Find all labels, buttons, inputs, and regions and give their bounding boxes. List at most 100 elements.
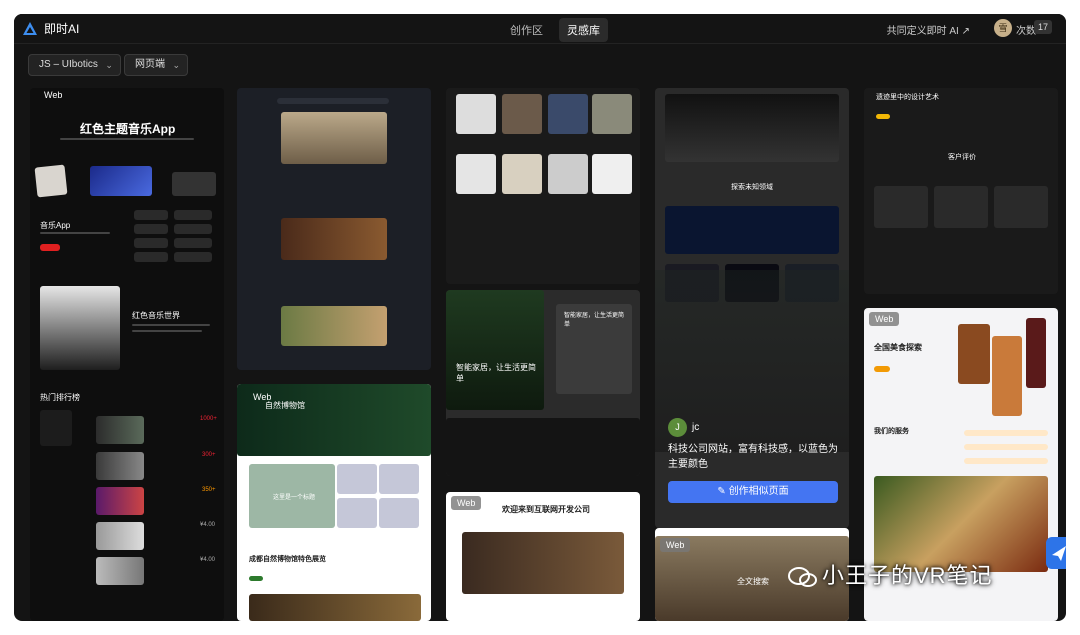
- plant-image: [446, 290, 544, 410]
- feature-title: 这里是一个标题: [273, 495, 316, 501]
- service-item: [964, 444, 1048, 450]
- card-title: 全文搜索: [737, 577, 769, 586]
- section-title: 客户评价: [948, 154, 976, 161]
- chevron-down-icon: ⌄: [105, 60, 113, 70]
- room-image: [592, 154, 632, 194]
- filter-bar: JS – UIbotics ⌄ 网页端 ⌄: [14, 44, 1066, 88]
- track-value: ¥4.00: [200, 557, 216, 563]
- track-value: 1000+: [200, 416, 217, 422]
- hero-image: [665, 94, 839, 162]
- section-title: 我们的服务: [874, 428, 909, 435]
- track-image: [96, 557, 144, 585]
- framework-select[interactable]: JS – UIbotics ⌄: [28, 54, 121, 76]
- feedback-button[interactable]: [1046, 537, 1066, 569]
- card-music-app[interactable]: Web 红色主题音乐App 音乐App 红色音乐世界 热门排行榜 1000+ 3…: [30, 88, 224, 621]
- food-image: [958, 324, 990, 384]
- album-image: [34, 164, 68, 198]
- section-title: 红色音乐世界: [132, 311, 180, 320]
- track-image: [96, 522, 144, 550]
- credits-count: 17: [1033, 20, 1052, 34]
- top-bar: 即时AI 创作区 灵感库 共同定义即时 AI ↗ 雪 次数 17: [14, 14, 1066, 44]
- card-audio-news[interactable]: [237, 88, 431, 370]
- hero-title: 智能家居，让生活更简单: [456, 363, 536, 383]
- main-tabs: 创作区 灵感库: [502, 18, 608, 42]
- room-image: [548, 94, 588, 134]
- web-badge: Web: [451, 496, 482, 510]
- service-item: [964, 430, 1048, 436]
- room-image: [456, 94, 496, 134]
- room-image: [548, 154, 588, 194]
- section-title: 音乐App: [40, 221, 71, 230]
- create-similar-button[interactable]: ✎ 创作相似页面: [668, 481, 838, 503]
- cta-button: [876, 114, 890, 119]
- card-title: 欢迎来到互联网开发公司: [502, 505, 590, 514]
- side-menu: [40, 410, 72, 446]
- tab-create[interactable]: 创作区: [502, 18, 551, 42]
- track-value: 300+: [202, 452, 216, 458]
- office-image: [462, 532, 624, 594]
- card-smart-home[interactable]: 智能家居，让生活更简单 智能家居，让生活更简单: [446, 290, 640, 476]
- grid-tile: [134, 238, 168, 248]
- thumb-image: [337, 498, 377, 528]
- create-similar-label: 创作相似页面: [728, 486, 789, 497]
- card-internet-company[interactable]: Web 欢迎来到互联网开发公司: [446, 492, 640, 621]
- search-bar: [277, 98, 389, 104]
- section-title: 成都自然博物馆特色展览: [249, 556, 326, 563]
- player-image: [281, 306, 387, 346]
- avatar[interactable]: 雪: [994, 19, 1012, 37]
- grid-tile: [174, 238, 212, 248]
- track-value: 350+: [202, 487, 216, 493]
- card-travel[interactable]: Web 全文搜索: [655, 528, 849, 621]
- grid-tile: [134, 210, 168, 220]
- card-title: 自然博物馆: [265, 401, 305, 410]
- web-badge: Web: [660, 538, 691, 552]
- author-name: jc: [692, 422, 700, 433]
- thumb-image: [379, 464, 419, 494]
- exhibit-image: [249, 594, 421, 621]
- food-image: [1026, 318, 1046, 388]
- subtitle-line: [60, 138, 194, 140]
- guitar-image: [281, 218, 387, 260]
- footer: [446, 418, 640, 476]
- track-image: [96, 452, 144, 480]
- platform-select[interactable]: 网页端 ⌄: [124, 54, 188, 76]
- send-icon: [1052, 546, 1066, 561]
- vinyl-image: [40, 286, 120, 370]
- thumb-image: [379, 498, 419, 528]
- mixer-image: [281, 112, 387, 164]
- form-title: 智能家居，让生活更简单: [564, 313, 625, 328]
- card-interior[interactable]: [446, 88, 640, 284]
- grid-tile: [134, 224, 168, 234]
- tab-inspiration[interactable]: 灵感库: [559, 18, 608, 42]
- grid-tile: [174, 210, 212, 220]
- thumb-image: [337, 464, 377, 494]
- app-window: 即时AI 创作区 灵感库 共同定义即时 AI ↗ 雪 次数 17 JS – UI…: [14, 14, 1066, 621]
- card-title: 遗迹里中的设计艺术: [876, 94, 939, 101]
- section-title: 热门排行榜: [40, 393, 80, 402]
- track-image: [96, 487, 144, 515]
- avatar: J: [668, 418, 687, 437]
- track-image: [96, 416, 144, 444]
- room-image: [592, 94, 632, 134]
- room-image: [456, 154, 496, 194]
- room-image: [502, 154, 542, 194]
- text-line: [132, 330, 202, 332]
- grid-tile: [134, 252, 168, 262]
- cta-button: [249, 576, 263, 581]
- co-define-link[interactable]: 共同定义即时 AI ↗: [887, 22, 970, 37]
- app-logo[interactable]: 即时AI: [22, 20, 79, 37]
- card-title: 红色主题音乐App: [80, 122, 176, 136]
- review-card: [994, 186, 1048, 228]
- space-image: [665, 206, 839, 254]
- cta-button: [874, 366, 890, 372]
- card-description: 科技公司网站，富有科技感，以蓝色为主要颜色: [668, 444, 838, 470]
- text-line: [132, 324, 210, 326]
- card-design[interactable]: 遗迹里中的设计艺术 客户评价: [864, 88, 1058, 294]
- web-badge: Web: [869, 312, 900, 326]
- room-image: [502, 94, 542, 134]
- food-image: [992, 336, 1022, 416]
- card-museum[interactable]: Web 自然博物馆 这里是一个标题 成都自然博物馆特色展览: [237, 384, 431, 621]
- watermark-text: 小王子的VR笔记: [822, 563, 993, 588]
- review-card: [874, 186, 928, 228]
- chat-bubble-icon: [788, 567, 817, 587]
